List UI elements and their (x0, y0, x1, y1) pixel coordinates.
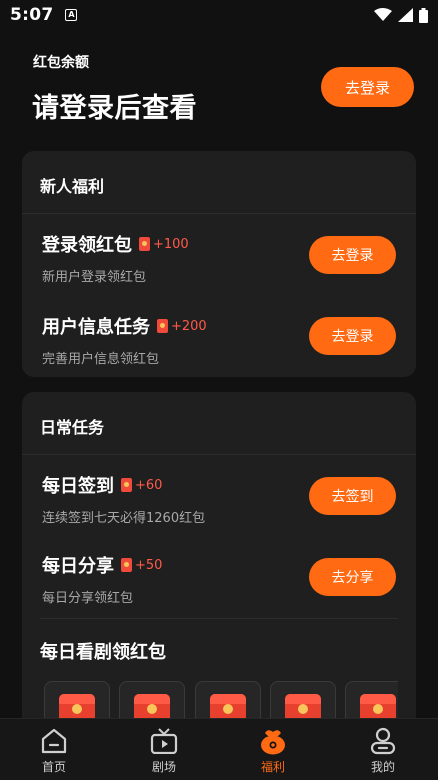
watch-redpacket-tile[interactable] (345, 681, 398, 721)
task-reward: +200 (171, 318, 207, 334)
red-envelope-icon (285, 694, 321, 721)
red-envelope-icon (121, 558, 132, 572)
battery-icon (419, 7, 428, 23)
new-user-card: 新人福利 登录领红包 +100 新用户登录领红包 去登录 用户信息任务 +200… (22, 151, 416, 377)
watch-redpacket-tile[interactable] (44, 681, 110, 721)
task-name: 用户信息任务 (42, 317, 150, 338)
watch-redpacket-row (44, 681, 398, 721)
red-envelope-icon (134, 694, 170, 721)
card-title: 日常任务 (40, 418, 105, 437)
watch-drama-title: 每日看剧领红包 (40, 642, 166, 663)
nav-item-welfare[interactable]: 福利 (238, 719, 308, 780)
daily-tasks-card: 日常任务 每日签到 +60 连续签到七天必得1260红包 去签到 每日分享 +5… (22, 392, 416, 732)
red-envelope-icon (139, 237, 150, 251)
nav-item-home[interactable]: 首页 (19, 719, 89, 780)
task-name: 每日签到 (42, 476, 114, 497)
share-button[interactable]: 去分享 (309, 558, 396, 596)
status-bar: 5:07 A (0, 0, 438, 30)
nav-label: 首页 (41, 760, 66, 774)
task-reward: +100 (153, 236, 189, 252)
user-info-task-button[interactable]: 去登录 (309, 317, 396, 355)
divider (22, 454, 416, 455)
welfare-bag-icon (258, 727, 288, 755)
nav-label: 我的 (370, 760, 395, 774)
nav-item-theater[interactable]: 剧场 (129, 719, 199, 780)
divider (22, 213, 416, 214)
bottom-nav: 首页 剧场 福利 我的 (0, 718, 438, 780)
home-icon (39, 727, 69, 755)
task-name: 每日分享 (42, 556, 114, 577)
divider (40, 618, 398, 619)
watch-redpacket-tile[interactable] (195, 681, 261, 721)
balance-label: 红包余额 (33, 55, 89, 71)
login-task-button[interactable]: 去登录 (309, 236, 396, 274)
red-envelope-icon (59, 694, 95, 721)
status-time: 5:07 (10, 5, 54, 25)
task-reward: +50 (135, 557, 163, 573)
checkin-button[interactable]: 去签到 (309, 477, 396, 515)
red-envelope-icon (360, 694, 396, 721)
red-envelope-icon (210, 694, 246, 721)
nav-label: 剧场 (151, 760, 176, 774)
profile-icon (368, 727, 398, 755)
red-envelope-icon (121, 478, 132, 492)
red-envelope-icon (157, 319, 168, 333)
task-name: 登录领红包 (42, 235, 132, 256)
tv-icon (149, 727, 179, 755)
header-login-button[interactable]: 去登录 (321, 67, 414, 107)
nav-label: 福利 (260, 760, 285, 774)
watch-redpacket-tile[interactable] (119, 681, 185, 721)
wifi-icon (374, 8, 392, 21)
nav-item-profile[interactable]: 我的 (348, 719, 418, 780)
login-prompt: 请登录后查看 (32, 93, 197, 124)
task-reward: +60 (135, 477, 163, 493)
app-notification-icon: A (65, 9, 78, 21)
signal-icon (398, 8, 413, 22)
card-title: 新人福利 (40, 177, 105, 196)
watch-redpacket-tile[interactable] (270, 681, 336, 721)
